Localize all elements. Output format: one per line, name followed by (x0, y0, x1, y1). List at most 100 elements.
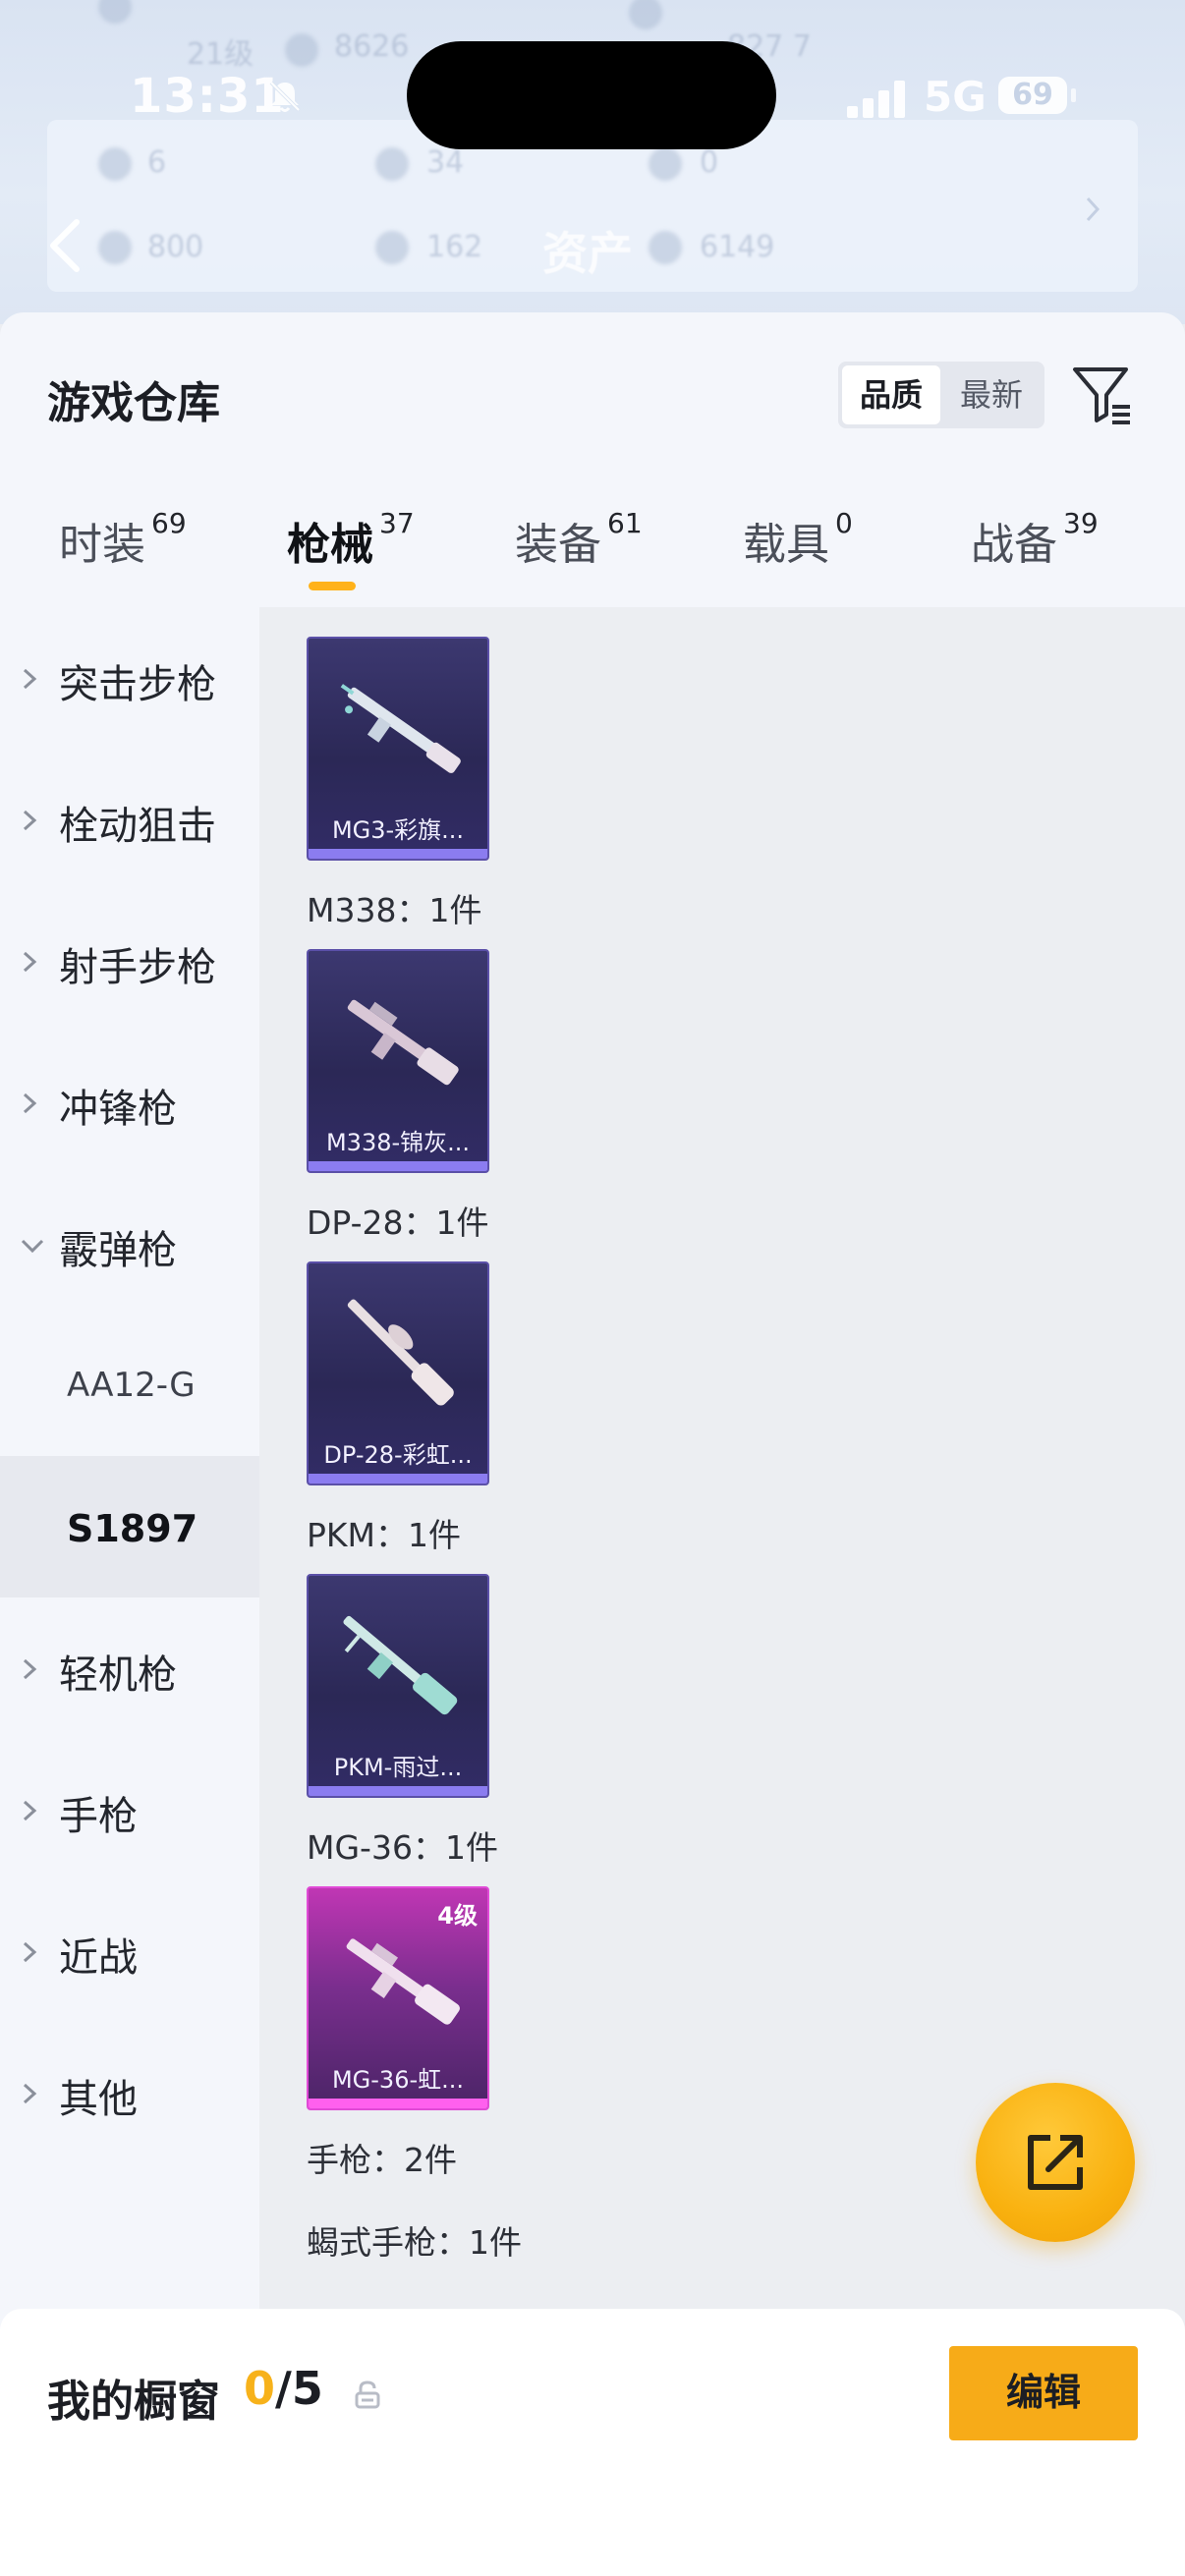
weapon-category-menu: 突击步枪 栓动狙击 射手步枪 冲锋枪 霰弹枪 AA12-G S1897 轻机枪 (0, 607, 259, 2513)
chevron-right-icon (23, 951, 37, 973)
showcase-total: /5 (275, 2362, 323, 2415)
chevron-right-icon (23, 1092, 37, 1114)
category-label: 其他 (59, 2077, 138, 2122)
sort-quality-button[interactable]: 品质 (842, 365, 940, 424)
tab-supplies[interactable]: 战备 39 (971, 507, 1099, 607)
chevron-right-icon (23, 668, 37, 690)
dynamic-island (407, 41, 776, 149)
weapon-count-label: PKM：1件 (307, 1516, 462, 1554)
weapon-skin-name: M338-锦灰... (325, 1129, 471, 1156)
category-smg[interactable]: 冲锋枪 (0, 1032, 259, 1173)
battery-icon: 69 (998, 77, 1067, 114)
weapon-skin-card[interactable]: MG3-彩旗... (307, 637, 489, 861)
rarity-bar (309, 1474, 487, 1484)
weapon-skin-card[interactable]: M338-锦灰... (307, 949, 489, 1173)
category-label: 栓动狙击 (59, 804, 216, 849)
chevron-right-icon (23, 1658, 37, 1680)
tab-label: 时装 (59, 520, 145, 570)
tab-vehicles[interactable]: 载具 0 (743, 507, 853, 607)
category-assault-rifle[interactable]: 突击步枪 (0, 607, 259, 749)
machine-gun-icon (340, 684, 461, 773)
warehouse-title: 游戏仓库 (47, 378, 220, 428)
category-label: 手枪 (59, 1794, 138, 1839)
showcase-current: 0 (244, 2362, 276, 2415)
page-title: 资产 (542, 227, 633, 280)
network-type: 5G (924, 73, 987, 121)
weapon-count-label: M338：1件 (307, 891, 482, 929)
signal-icon (847, 79, 908, 118)
share-icon (1028, 2135, 1083, 2190)
edit-button[interactable]: 编辑 (949, 2346, 1138, 2440)
silent-bell-icon (269, 81, 301, 112)
category-label: 射手步枪 (59, 945, 216, 990)
weapon-count-label: 蝎式手枪：1件 (307, 2223, 522, 2262)
filter-icon[interactable] (1071, 364, 1134, 426)
category-label: 霰弹枪 (59, 1228, 177, 1273)
chevron-right-icon (23, 2083, 37, 2104)
tab-count: 61 (607, 507, 643, 539)
chevron-right-icon (1086, 196, 1100, 222)
tab-fashion[interactable]: 时装 69 (59, 507, 187, 607)
weapon-skin-card[interactable]: PKM-雨过... (307, 1574, 489, 1798)
category-shotgun[interactable]: 霰弹枪 (0, 1173, 259, 1315)
weapon-skin-card[interactable]: 4级 MG-36-虹... (307, 1886, 489, 2110)
machine-gun-icon (347, 1299, 454, 1406)
status-bar: 13:31 5G 69 资产 (0, 0, 1185, 280)
tab-label: 载具 (743, 520, 829, 570)
share-button[interactable] (976, 2083, 1135, 2242)
lock-icon (355, 2380, 380, 2409)
rarity-bar (309, 1786, 487, 1796)
showcase-count: 0/5 (244, 2362, 323, 2415)
subcategory-label: S1897 (67, 1507, 198, 1550)
tab-count: 37 (379, 507, 415, 539)
rarity-bar (309, 849, 487, 859)
subcategory-label: AA12-G (67, 1366, 196, 1405)
sort-latest-button[interactable]: 最新 (942, 365, 1041, 424)
category-lmg[interactable]: 轻机枪 (0, 1597, 259, 1739)
tab-equipment[interactable]: 装备 61 (515, 507, 643, 607)
back-arrow-icon[interactable] (45, 216, 85, 275)
machine-gun-icon (346, 1938, 460, 2025)
category-other[interactable]: 其他 (0, 2022, 259, 2163)
rarity-bar (309, 1161, 487, 1171)
weapon-skin-name: MG-36-虹... (331, 2066, 465, 2094)
category-melee[interactable]: 近战 (0, 1880, 259, 2022)
rarity-bar (309, 2099, 487, 2108)
tab-label: 战备 (971, 520, 1057, 570)
weapon-skin-card[interactable]: DP-28-彩虹... (307, 1261, 489, 1485)
category-tabs: 时装 69 枪械 37 装备 61 载具 0 战备 39 (0, 507, 1185, 607)
active-tab-indicator (309, 582, 356, 590)
machine-gun-icon (343, 1615, 458, 1715)
tab-count: 0 (835, 507, 853, 539)
category-label: 轻机枪 (59, 1652, 177, 1698)
weapon-skin-name: MG3-彩旗... (331, 816, 465, 844)
subcategory-s1897[interactable]: S1897 (0, 1456, 259, 1597)
tab-firearms[interactable]: 枪械 37 (287, 507, 415, 607)
weapon-count-label: 手枪：2件 (307, 2141, 457, 2179)
category-marksman-rifle[interactable]: 射手步枪 (0, 890, 259, 1032)
tab-label: 装备 (515, 520, 601, 570)
status-time: 13:31 (130, 69, 285, 124)
category-label: 近战 (59, 1935, 138, 1981)
subcategory-aa12g[interactable]: AA12-G (0, 1315, 259, 1456)
category-label: 突击步枪 (59, 662, 216, 707)
weapon-count-label: MG-36：1件 (307, 1828, 498, 1867)
battery-tip (1071, 88, 1076, 102)
chevron-right-icon (23, 1800, 37, 1821)
showcase-label: 我的橱窗 (47, 2377, 220, 2427)
weapon-skin-name: PKM-雨过... (333, 1754, 463, 1781)
weapon-count-label: DP-28：1件 (307, 1204, 489, 1242)
tab-count: 69 (151, 507, 187, 539)
chevron-down-icon (21, 1239, 44, 1254)
tab-label: 枪械 (287, 520, 373, 570)
tab-count: 39 (1063, 507, 1099, 539)
category-bolt-sniper[interactable]: 栓动狙击 (0, 749, 259, 890)
chevron-right-icon (23, 810, 37, 831)
machine-gun-icon (347, 999, 459, 1086)
weapon-skin-name: DP-28-彩虹... (323, 1441, 473, 1469)
warehouse-sheet: 游戏仓库 品质 最新 时装 69 枪械 37 装备 61 载具 0 战备 39 (0, 312, 1185, 2576)
chevron-right-icon (23, 1941, 37, 1963)
showcase-bar: 我的橱窗 0/5 编辑 (0, 2309, 1185, 2576)
category-pistol[interactable]: 手枪 (0, 1739, 259, 1880)
category-label: 冲锋枪 (59, 1087, 177, 1132)
